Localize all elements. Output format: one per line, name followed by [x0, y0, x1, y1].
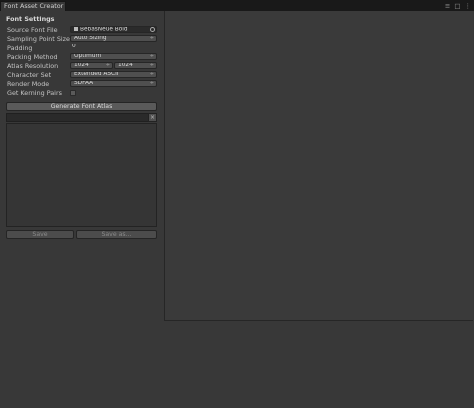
object-picker-icon[interactable] [150, 27, 155, 32]
padding-label: Padding [7, 44, 33, 52]
dropdown-arrow-icon: ÷ [149, 62, 154, 68]
sampling-size-dropdown[interactable]: Auto Sizing ÷ [70, 35, 157, 42]
atlas-resolution-label: Atlas Resolution [7, 62, 59, 70]
clear-icon[interactable]: × [148, 113, 157, 122]
kerning-pairs-checkbox[interactable] [70, 90, 76, 96]
font-file-icon [74, 27, 78, 31]
render-mode-value: SDFAA [74, 80, 94, 86]
tab-font-asset-creator[interactable]: Font Asset Creator [0, 1, 66, 11]
dropdown-arrow-icon: ÷ [149, 71, 154, 77]
tab-bar: Font Asset Creator ≡ □ ⋮ [0, 0, 474, 11]
save-as-button[interactable]: Save as... [76, 230, 157, 239]
character-set-dropdown[interactable]: Extended ASCII ÷ [70, 71, 157, 78]
render-mode-label: Render Mode [7, 80, 50, 88]
source-font-label: Source Font File [7, 26, 58, 34]
atlas-width-dropdown[interactable]: 1024 ÷ [70, 62, 113, 69]
dropdown-arrow-icon: ÷ [149, 53, 154, 59]
source-font-field[interactable]: BebasNeue Bold [70, 26, 157, 33]
render-mode-dropdown[interactable]: SDFAA ÷ [70, 80, 157, 87]
settings-panel: Font Settings Source Font File BebasNeue… [0, 11, 162, 408]
character-set-value: Extended ASCII [74, 71, 119, 77]
sampling-size-label: Sampling Point Size [7, 35, 70, 43]
dropdown-arrow-icon: ÷ [149, 80, 154, 86]
save-button[interactable]: Save [6, 230, 74, 239]
progress-bar [6, 113, 150, 122]
padding-field[interactable]: 0 [70, 44, 157, 51]
font-settings-heading: Font Settings [6, 15, 55, 23]
packing-method-label: Packing Method [7, 53, 58, 61]
window-maximize-icon[interactable]: □ [454, 2, 460, 10]
atlas-height-value: 1024 [118, 62, 133, 68]
dropdown-arrow-icon: ÷ [105, 62, 110, 68]
packing-method-dropdown[interactable]: Optimum ÷ [70, 53, 157, 60]
output-report-area [6, 123, 157, 227]
character-set-label: Character Set [7, 71, 52, 79]
padding-value: 0 [72, 44, 76, 49]
atlas-width-value: 1024 [74, 62, 89, 68]
generate-font-atlas-button[interactable]: Generate Font Atlas [6, 102, 157, 111]
kerning-pairs-label: Get Kerning Pairs [7, 89, 62, 97]
window-menu-icon[interactable]: ≡ [445, 2, 450, 10]
sampling-size-value: Auto Sizing [74, 35, 107, 41]
source-font-value: BebasNeue Bold [80, 26, 128, 33]
atlas-preview-area [164, 11, 473, 321]
atlas-height-dropdown[interactable]: 1024 ÷ [114, 62, 157, 69]
dropdown-arrow-icon: ÷ [149, 35, 154, 41]
packing-method-value: Optimum [74, 53, 102, 59]
window-options-icon[interactable]: ⋮ [465, 2, 472, 10]
window-controls: ≡ □ ⋮ [445, 1, 471, 10]
